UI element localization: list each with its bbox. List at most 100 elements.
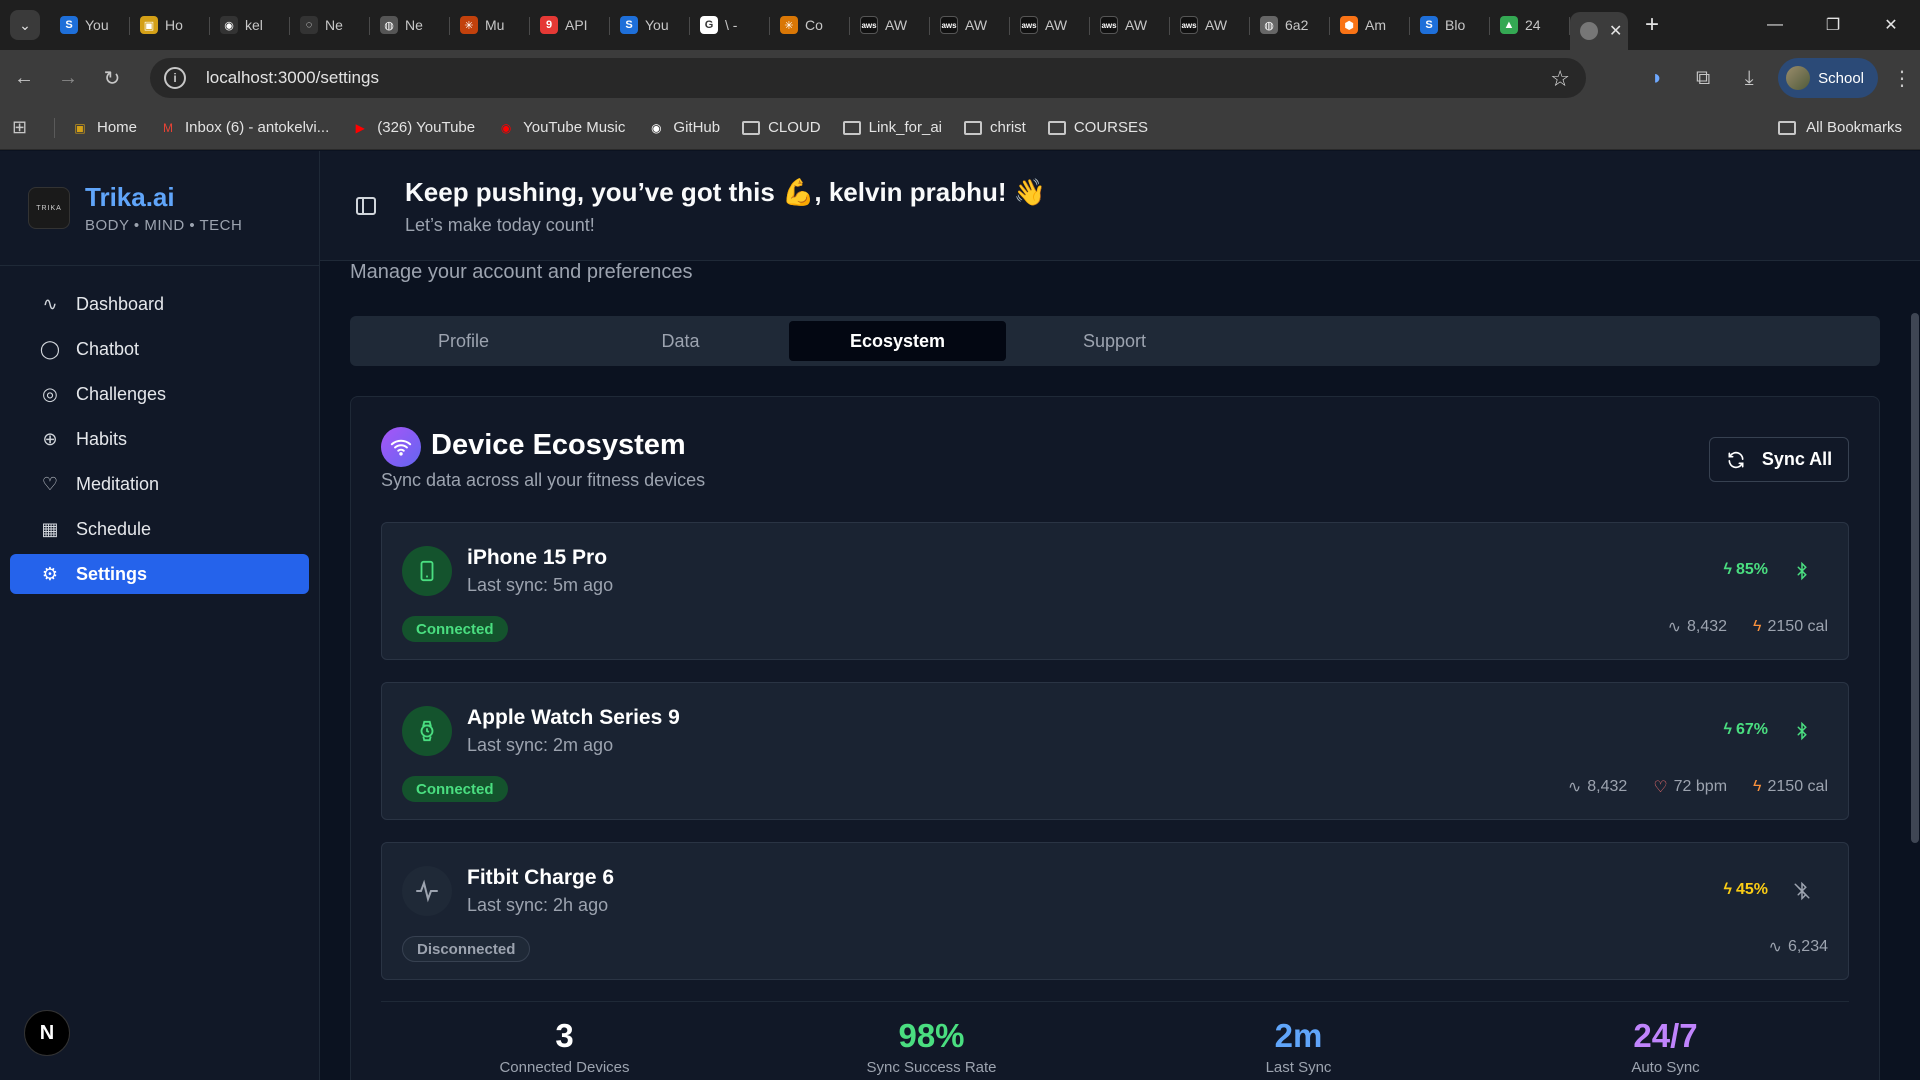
bookmark-item[interactable]: ▣ Home bbox=[71, 119, 137, 136]
globe-icon: ⊕ bbox=[42, 428, 58, 449]
bookmark-item[interactable]: Link_for_ai bbox=[842, 119, 942, 136]
tab-support[interactable]: Support bbox=[1006, 321, 1223, 361]
bookmark-label: CLOUD bbox=[768, 119, 821, 136]
battery-level: ϟ 67% bbox=[1724, 721, 1769, 739]
device-name: Apple Watch Series 9 bbox=[467, 706, 680, 729]
bluetooth-icon[interactable] bbox=[1792, 719, 1812, 743]
bookmark-item[interactable]: COURSES bbox=[1047, 119, 1148, 136]
apps-grid-icon[interactable]: ⊞ bbox=[12, 117, 36, 138]
address-bar[interactable]: i localhost:3000/settings ☆ bbox=[150, 58, 1586, 98]
device-metrics: ∿ 6,234 bbox=[1769, 937, 1828, 957]
browser-tab[interactable]: S You bbox=[50, 6, 130, 44]
profile-button[interactable]: School bbox=[1778, 58, 1878, 98]
bookmark-label: christ bbox=[990, 119, 1026, 136]
stat-item: 2m Last Sync bbox=[1115, 1017, 1482, 1076]
bookmark-item[interactable]: CLOUD bbox=[742, 119, 821, 136]
browser-tab[interactable]: ⬢ Am bbox=[1330, 6, 1410, 44]
url-text[interactable]: localhost:3000/settings bbox=[206, 68, 379, 88]
bluetooth-icon[interactable] bbox=[1792, 559, 1812, 583]
back-button[interactable]: ← bbox=[4, 58, 44, 98]
browser-tab[interactable]: G \ - bbox=[690, 6, 770, 44]
active-browser-tab[interactable]: ✕ bbox=[1570, 12, 1628, 50]
bookmark-item[interactable]: ◉ YouTube Music bbox=[497, 119, 626, 136]
browser-tab[interactable]: ▣ Ho bbox=[130, 6, 210, 44]
site-info-icon[interactable]: i bbox=[164, 67, 186, 89]
download-icon[interactable]: ⤓ bbox=[1726, 58, 1772, 98]
browser-tab[interactable]: ✳ Co bbox=[770, 6, 850, 44]
tab-data[interactable]: Data bbox=[572, 321, 789, 361]
close-tab-icon[interactable]: ✕ bbox=[1609, 21, 1622, 41]
divider bbox=[54, 117, 55, 138]
forward-button[interactable]: → bbox=[48, 58, 88, 98]
metric-value: 8,432 bbox=[1686, 618, 1728, 635]
browser-tab[interactable]: S You bbox=[610, 6, 690, 44]
globe-icon bbox=[1580, 22, 1598, 40]
bookmark-item[interactable]: M Inbox (6) - antokelvi... bbox=[159, 119, 329, 136]
bookmark-label: YouTube Music bbox=[523, 119, 626, 136]
sidebar-item-challenges[interactable]: ◎ Challenges bbox=[10, 374, 309, 414]
top-header: Keep pushing, you’ve got this 💪, kelvin … bbox=[320, 151, 1920, 261]
tab-profile[interactable]: Profile bbox=[355, 321, 572, 361]
sidebar-item-chatbot[interactable]: ◯ Chatbot bbox=[10, 329, 309, 369]
read-aloud-icon[interactable]: ◗ bbox=[1634, 58, 1680, 98]
browser-tab[interactable]: ✳ Mu bbox=[450, 6, 530, 44]
bookmark-item[interactable]: christ bbox=[964, 119, 1026, 136]
browser-tab[interactable]: aws AW bbox=[1010, 6, 1090, 44]
browser-tab[interactable]: aws AW bbox=[1090, 6, 1170, 44]
sync-all-button[interactable]: Sync All bbox=[1709, 437, 1849, 482]
aws-icon: aws bbox=[940, 16, 958, 34]
ecosystem-subtitle: Sync data across all your fitness device… bbox=[381, 470, 706, 490]
favicon-icon: ✳ bbox=[780, 16, 798, 34]
sidebar-item-schedule[interactable]: ▦ Schedule bbox=[10, 509, 309, 549]
browser-tab[interactable]: aws AW bbox=[930, 6, 1010, 44]
bookmark-star-icon[interactable]: ☆ bbox=[1550, 66, 1570, 92]
device-metrics: ∿ 8,432 ϟ 2150 cal bbox=[1668, 617, 1828, 637]
browser-tab[interactable]: ◉ kel bbox=[210, 6, 290, 44]
browser-menu-icon[interactable]: ⋮ bbox=[1884, 58, 1920, 98]
browser-tab[interactable]: ◍ 6a2 bbox=[1250, 6, 1330, 44]
brand[interactable]: TRIKA Trika.ai BODY • MIND • TECH bbox=[0, 151, 319, 266]
browser-tab[interactable]: ◌ Ne bbox=[290, 6, 370, 44]
device-card[interactable]: Fitbit Charge 6 Last sync: 2h ago Disconne… bbox=[381, 842, 1849, 980]
bookmark-item[interactable]: ▶ (326) YouTube bbox=[351, 119, 475, 136]
settings-content: Manage your account and preferences Prof… bbox=[320, 261, 1920, 1080]
favicon-icon: G bbox=[700, 16, 718, 34]
browser-tab[interactable]: aws AW bbox=[1170, 6, 1250, 44]
battery-value: 67% bbox=[1735, 721, 1768, 738]
device-last-sync: Last sync: 2h ago bbox=[467, 895, 609, 915]
greeting-subtitle: Let’s make today count! bbox=[405, 215, 595, 235]
scrollbar-thumb[interactable] bbox=[1911, 313, 1919, 843]
favicon-icon: ▣ bbox=[140, 16, 158, 34]
bookmarks-bar: ⊞ ▣ Home M Inbox (6) - antokelvi... ▶ (326) Y… bbox=[0, 106, 1920, 150]
status-badge: Connected bbox=[402, 616, 508, 642]
bluetooth-off-icon[interactable] bbox=[1792, 879, 1812, 903]
browser-tab[interactable]: S Blo bbox=[1410, 6, 1490, 44]
close-window-button[interactable]: ✕ bbox=[1862, 0, 1920, 50]
restore-button[interactable]: ❐ bbox=[1804, 0, 1862, 50]
browser-tab[interactable]: 9 API bbox=[530, 6, 610, 44]
bookmark-label: Link_for_ai bbox=[868, 119, 942, 136]
extensions-icon[interactable]: ⧉ bbox=[1680, 58, 1726, 98]
bookmark-item[interactable]: ◉ GitHub bbox=[647, 119, 720, 136]
sidebar-item-habits[interactable]: ⊕ Habits bbox=[10, 419, 309, 459]
tab-search-button[interactable]: ⌄ bbox=[10, 10, 40, 40]
minimize-button[interactable]: — bbox=[1746, 0, 1804, 50]
sidebar-item-settings[interactable]: ⚙ Settings bbox=[10, 554, 309, 594]
browser-tab[interactable]: aws AW bbox=[850, 6, 930, 44]
sidebar-item-label: Meditation bbox=[76, 473, 160, 494]
dev-tools-badge[interactable]: N bbox=[24, 1010, 70, 1056]
sidebar-toggle-icon[interactable] bbox=[356, 197, 376, 215]
stat-value: 98% bbox=[898, 1017, 965, 1054]
browser-tab[interactable]: ▲ 24 bbox=[1490, 6, 1570, 44]
browser-tab[interactable]: ◍ Ne bbox=[370, 6, 450, 44]
device-card[interactable]: iPhone 15 Pro Last sync: 5m ago Connected ϟ… bbox=[381, 522, 1849, 660]
scrollbar[interactable] bbox=[1910, 261, 1920, 1080]
sidebar-item-dashboard[interactable]: ∿ Dashboard bbox=[10, 284, 309, 324]
sidebar-item-meditation[interactable]: ♡ Meditation bbox=[10, 464, 309, 504]
all-bookmarks-button[interactable]: All Bookmarks bbox=[1778, 119, 1902, 136]
bookmark-list: ▣ Home M Inbox (6) - antokelvi... ▶ (326) You… bbox=[71, 119, 1170, 136]
tab-ecosystem[interactable]: Ecosystem bbox=[789, 321, 1006, 361]
device-card[interactable]: Apple Watch Series 9 Last sync: 2m ago Con… bbox=[381, 682, 1849, 820]
reload-button[interactable]: ↻ bbox=[92, 58, 132, 98]
new-tab-button[interactable]: + bbox=[1638, 11, 1666, 39]
